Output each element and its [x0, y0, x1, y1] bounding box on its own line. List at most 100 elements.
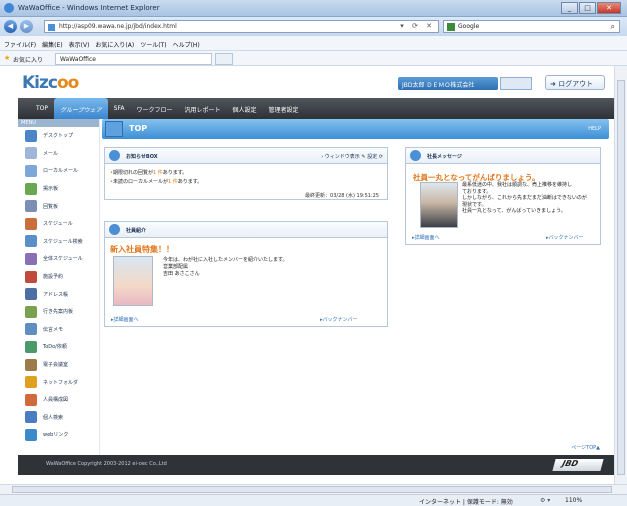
nav-tab[interactable]: ワークフロー [130, 98, 178, 119]
favorites-bar: ★ お気に入り WaWaOffice [0, 51, 627, 66]
nav-tab[interactable]: 個人設定 [227, 98, 263, 119]
employee-text: 今年は、わが社に入社したメンバーを紹介いたします。 営業部配属 吉田 あさこさん [163, 257, 288, 278]
employee-line: 営業部配属 [163, 264, 189, 270]
sidebar-item[interactable]: 人員構成図 [18, 391, 99, 409]
president-line: しかしながら、これから先まだまだ油断はできないのが [462, 195, 587, 201]
jbd-logo: JBD [552, 459, 604, 471]
scroll-thumb[interactable] [12, 486, 612, 493]
employee-line: 吉田 あさこさん [163, 271, 200, 277]
sidebar: MENU デスクトップメール ローカルメール 掲示板回覧板スケジュールスケジュール検… [18, 119, 100, 469]
new-tab-button[interactable] [215, 53, 233, 65]
settings-link[interactable]: 設定 [367, 154, 377, 160]
app-header: Kizcoo JBD太郎 ＤＥＭＯ株式会社 ➜ ログアウト [18, 66, 614, 98]
folder-icon [25, 376, 37, 389]
window-toggle-link[interactable]: ウィンドウ表示 [325, 154, 360, 160]
person-icon [109, 224, 120, 235]
notice-item[interactable]: •未読のローカルメールが1 件あります。 [110, 178, 202, 185]
url-field[interactable]: http://asp09.wawa.ne.jp/jbd/index.html ▾… [44, 20, 439, 33]
menu-tools[interactable]: ツール(T) [136, 36, 168, 49]
page-icon [48, 24, 55, 31]
sidebar-item[interactable]: スケジュール検索 [18, 233, 99, 251]
backnumber-label: バックナンバー [322, 317, 358, 323]
menu-header: MENU [18, 119, 99, 127]
person-search-icon [25, 411, 37, 424]
help-link[interactable]: HELP [588, 126, 601, 132]
nav-tab[interactable]: グループウェア [54, 98, 108, 119]
menu-edit[interactable]: 編集(E) [38, 36, 64, 49]
sidebar-item[interactable]: webリンク [18, 426, 99, 444]
sidebar-item[interactable]: ローカルメール [18, 162, 99, 180]
maximize-button[interactable]: □ [579, 2, 596, 14]
sidebar-item[interactable]: 全体スケジュール [18, 250, 99, 268]
refresh-icon[interactable]: ⟳ [379, 154, 383, 160]
sidebar-item[interactable]: 個人検索 [18, 409, 99, 427]
window-titlebar: WaWaOffice - Windows Internet Explorer _… [0, 0, 627, 17]
sidebar-item-label: デスクトップ [43, 133, 74, 140]
president-backnumber-link[interactable]: ▸バックナンバー [546, 234, 584, 241]
address-bar: ◀ ▶ http://asp09.wawa.ne.jp/jbd/index.ht… [0, 17, 627, 36]
notice-text: 未読のローカルメールが [112, 179, 168, 185]
notice-controls: › ウィンドウ表示 ✎ 設定 ⟳ [321, 154, 383, 160]
menu-favorites[interactable]: お気に入り(A) [91, 36, 136, 49]
nav-tab[interactable]: TOP [30, 98, 54, 119]
nav-tab[interactable]: 汎用レポート [179, 98, 227, 119]
employee-backnumber-link[interactable]: ▸バックナンバー [320, 316, 358, 323]
sidebar-item[interactable]: メール [18, 145, 99, 163]
sidebar-item[interactable]: ToDo/依頼 [18, 338, 99, 356]
zoom-level[interactable]: 110% [565, 497, 582, 504]
sidebar-item[interactable]: 行き先案内板 [18, 303, 99, 321]
employee-line: 今年は、わが社に入社したメンバーを紹介いたします。 [163, 257, 288, 263]
logout-button[interactable]: ➜ ログアウト [545, 75, 605, 90]
notice-item[interactable]: •期限切れの回覧が1 件あります。 [110, 169, 187, 176]
president-text: 最系低迷の中、我社は順調な、売上推移を維持し ております。 しかしながら、これか… [462, 182, 587, 215]
back-button[interactable]: ◀ [4, 20, 17, 33]
menu-view[interactable]: 表示(V) [65, 36, 92, 49]
help-banner[interactable] [500, 77, 532, 90]
page-top-link[interactable]: ページTOP▲ [571, 444, 600, 451]
president-detail-link[interactable]: ▸詳細画面へ [412, 234, 440, 241]
sidebar-item-label: スケジュール [43, 221, 73, 228]
status-icons[interactable]: ⚙ ▾ [540, 497, 550, 504]
sidebar-item[interactable]: 伝言メモ [18, 321, 99, 339]
notice-title: お知らせBOX [126, 154, 158, 160]
president-photo [420, 182, 458, 228]
sidebar-item[interactable]: スケジュール [18, 215, 99, 233]
magnifier-icon [109, 150, 120, 161]
sidebar-item[interactable]: 回覧板 [18, 197, 99, 215]
notice-header: お知らせBOX › ウィンドウ表示 ✎ 設定 ⟳ [105, 148, 387, 164]
org-chart-icon [25, 393, 37, 406]
sidebar-item-label: webリンク [43, 432, 69, 439]
favorites-star-icon[interactable]: ★ [4, 54, 10, 62]
search-input[interactable]: Google ⌕ [443, 20, 620, 33]
close-button[interactable]: ✕ [597, 2, 621, 14]
detail-label: 詳細画面へ [414, 235, 440, 241]
board-icon [25, 182, 37, 195]
desktop-icon [25, 129, 37, 142]
nav-tab[interactable]: SFA [108, 98, 131, 119]
menu-file[interactable]: ファイル(F) [0, 36, 38, 49]
sidebar-item[interactable]: 電子会議室 [18, 356, 99, 374]
sidebar-item-label: 回覧板 [43, 203, 59, 210]
forward-button[interactable]: ▶ [20, 20, 33, 33]
favorites-label[interactable]: お気に入り [13, 55, 43, 64]
employee-detail-link[interactable]: ▸詳細画面へ [111, 316, 139, 323]
menu-bar: ファイル(F) 編集(E) 表示(V) お気に入り(A) ツール(T) ヘルプ(H) [0, 36, 627, 51]
logo: Kizcoo [22, 73, 79, 93]
vertical-scrollbar[interactable] [614, 66, 627, 486]
horizontal-scrollbar[interactable] [0, 484, 627, 494]
sidebar-item[interactable]: アドレス帳 [18, 285, 99, 303]
sidebar-item-label: スケジュール検索 [43, 238, 83, 245]
sidebar-item[interactable]: 掲示板 [18, 180, 99, 198]
search-icon[interactable]: ⌕ [611, 22, 615, 32]
scroll-thumb[interactable] [617, 80, 625, 475]
browser-tab[interactable]: WaWaOffice [55, 53, 212, 65]
notice-text: 期限切れの回覧が [112, 170, 153, 176]
sidebar-item[interactable]: ネットフォルダ [18, 373, 99, 391]
menu-help[interactable]: ヘルプ(H) [169, 36, 202, 49]
sidebar-item[interactable]: 施設予約 [18, 268, 99, 286]
minimize-button[interactable]: _ [561, 2, 578, 14]
refresh-stop-icons[interactable]: ▾ ⟳ ✕ [400, 22, 435, 30]
nav-tab[interactable]: 管理者設定 [263, 98, 305, 119]
sidebar-item[interactable]: デスクトップ [18, 127, 99, 145]
employee-photo [113, 256, 153, 306]
